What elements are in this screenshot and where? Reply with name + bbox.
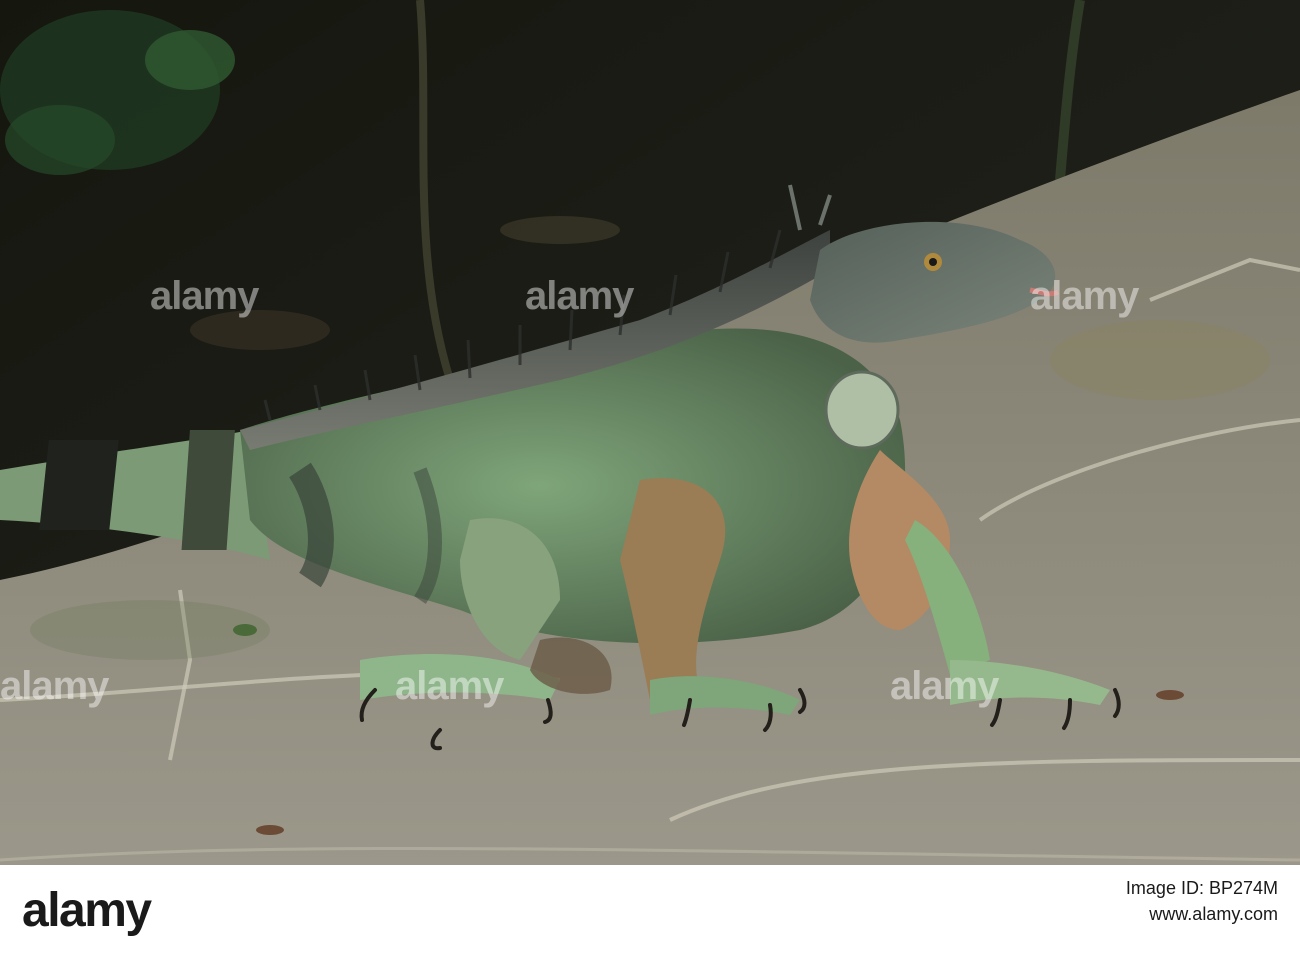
footer-meta: Image ID: BP274M www.alamy.com <box>1126 875 1278 927</box>
iguana-photo-image <box>0 0 1300 865</box>
footer-logo: alamy <box>22 884 152 937</box>
watermark-alamy-5: alamy <box>395 664 504 708</box>
watermark-alamy-2: alamy <box>525 274 634 318</box>
watermark-alamy-3: alamy <box>1030 274 1139 318</box>
website-link[interactable]: www.alamy.com <box>1126 901 1278 927</box>
watermark-alamy-6: alamy <box>890 664 999 708</box>
iguana-photo: alamy alamy alamy alamy alamy alamy <box>0 0 1300 865</box>
watermark-alamy-4: alamy <box>0 664 109 708</box>
footer-bar: alamy Image ID: BP274M www.alamy.com <box>0 865 1300 955</box>
image-id-text: Image ID: BP274M <box>1125 878 1278 898</box>
watermark-alamy-1: alamy <box>150 274 259 318</box>
